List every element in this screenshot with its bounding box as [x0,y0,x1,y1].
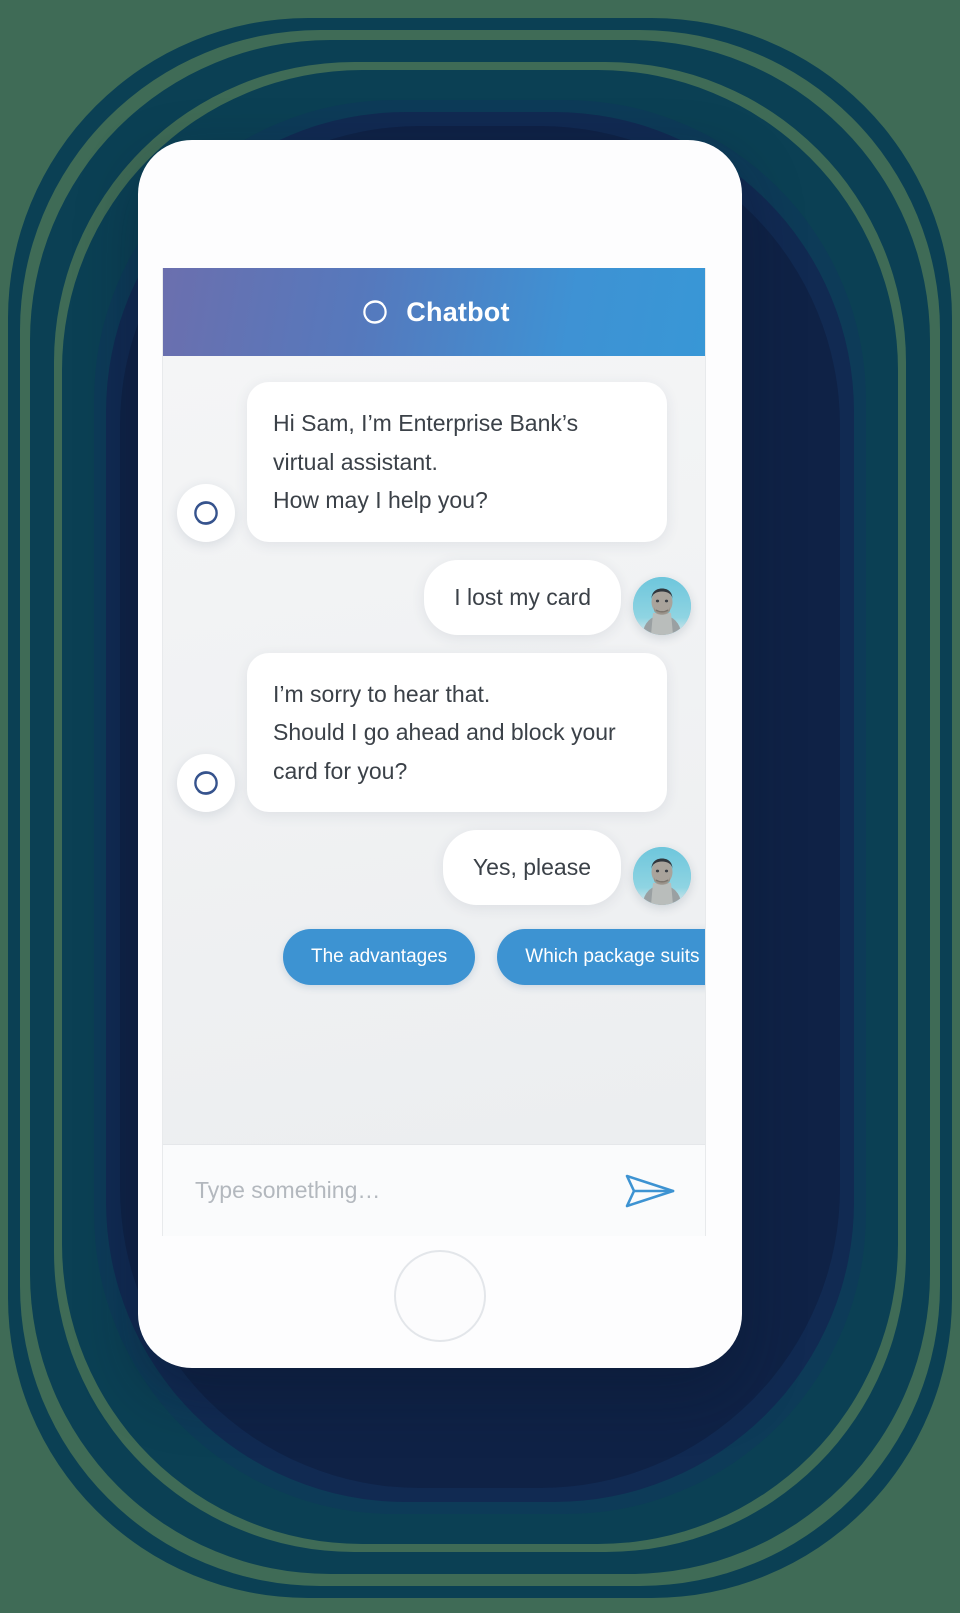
chat-screen: Chatbot Hi Sam, I’m Enterprise Bank’s vi… [162,268,706,1236]
message-row-user-1: I lost my card [177,559,691,635]
message-line: Should I go ahead and block your card fo… [273,719,616,784]
message-line: How may I help you? [273,487,488,514]
message-composer [163,1144,705,1236]
message-list: Hi Sam, I’m Enterprise Bank’s virtual as… [163,356,705,1144]
chat-header: Chatbot [163,268,705,356]
send-paper-plane-icon [623,1170,677,1212]
quick-reply-chip-1[interactable]: The advantages [283,929,476,985]
message-row-user-2: Yes, please [177,830,691,905]
message-bubble: I’m sorry to hear that. Should I go ahea… [247,652,667,813]
bot-orbit-avatar-icon [177,754,235,813]
message-row-bot-1: Hi Sam, I’m Enterprise Bank’s virtual as… [177,382,691,542]
user-photo-avatar [633,847,691,905]
orbit-logo-icon [358,295,392,329]
quick-reply-list: The advantages Which package suits me? [283,923,705,1005]
user-photo-avatar [633,576,691,635]
home-button[interactable] [394,1250,486,1342]
send-button[interactable] [621,1166,679,1216]
message-bubble: I lost my card [424,559,621,635]
message-row-bot-2: I’m sorry to hear that. Should I go ahea… [177,652,691,813]
bot-orbit-avatar-icon [177,483,235,542]
message-bubble: Hi Sam, I’m Enterprise Bank’s virtual as… [247,382,667,542]
message-line: Hi Sam, I’m Enterprise Bank’s virtual as… [273,410,579,475]
message-bubble: Yes, please [442,830,621,905]
quick-reply-chip-2[interactable]: Which package suits me? [497,929,705,985]
page-title: Chatbot [406,296,510,327]
message-line: I’m sorry to hear that. [273,680,491,707]
phone-top-bezel [138,140,742,268]
message-input[interactable] [195,1177,611,1204]
